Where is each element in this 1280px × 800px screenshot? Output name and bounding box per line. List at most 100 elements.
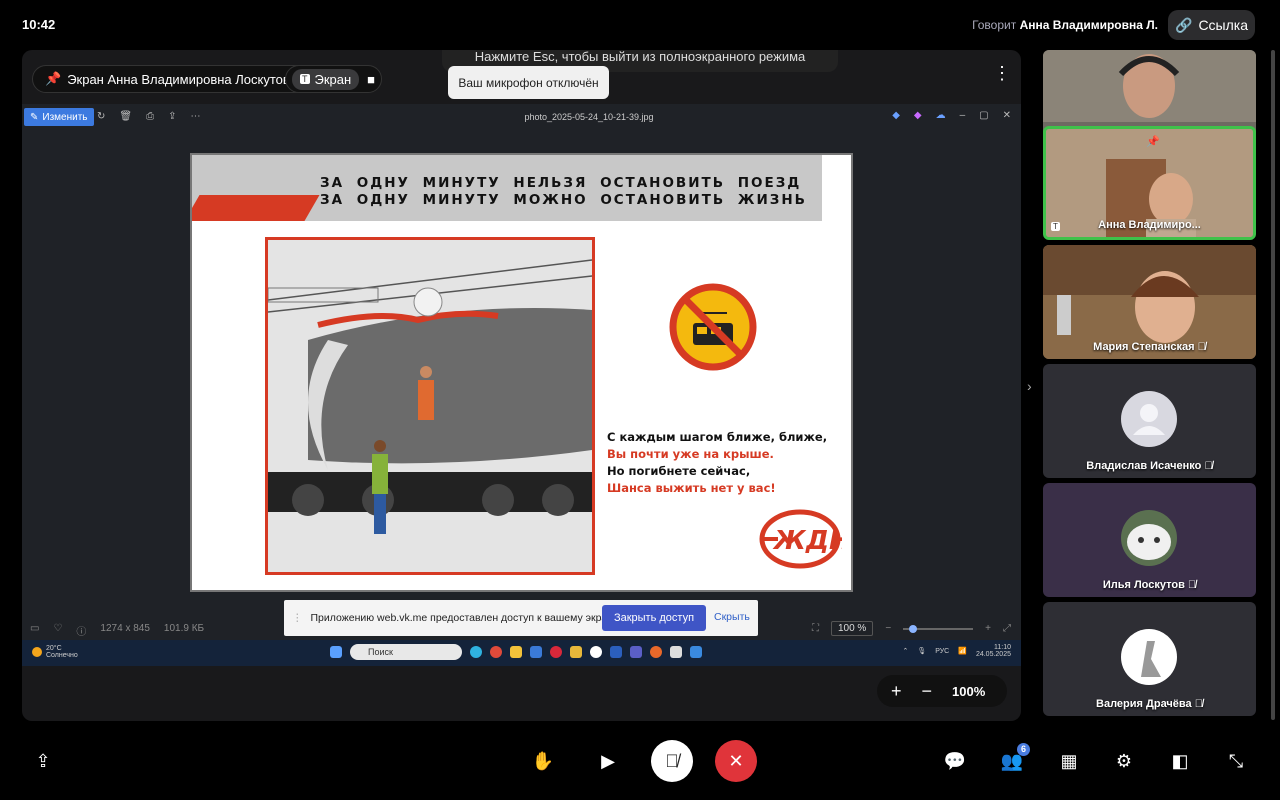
mic-off-icon: 🎙̸ [1187,579,1197,591]
folder-icon[interactable] [570,646,582,658]
hide-button[interactable]: Скрыть [714,611,750,623]
collapse-panel-icon[interactable]: › [1027,378,1032,394]
file-name: photo_2025-05-24_10-21-39.jpg [524,112,654,122]
more-options-icon[interactable]: ⋮ [993,63,1011,84]
participant-name: Валерия Драчёва 🎙̸ [1096,698,1203,710]
link-button[interactable]: 🔗 Ссылка [1168,10,1255,40]
drag-handle-icon[interactable]: ⋮ [292,612,303,624]
firefox-icon[interactable] [650,646,662,658]
zoom-in-button[interactable]: + [891,681,902,702]
opera-icon[interactable] [550,646,562,658]
chrome-icon[interactable] [490,646,502,658]
pip-button[interactable]: ◧ [1160,741,1200,781]
teams-icon[interactable] [630,646,642,658]
rhyme-line-4: Шанса выжить нет у вас! [607,481,776,495]
camera-button[interactable]: ▶ [588,741,628,781]
stage-zoom-value: 100% [952,683,986,699]
windows-taskbar: 20°C Солнечно Поиск ⌃ 🎙 РУС 📶 11:10 24.0… [22,640,1021,666]
draw-icon[interactable]: ◆ [892,110,900,121]
logo-text: ЖДН [772,526,842,556]
zoom-out-button[interactable]: − [922,681,933,702]
settings-button[interactable]: ⚙ [1104,741,1144,781]
stop-sharing-button[interactable]: Закрыть доступ [602,605,706,631]
mic-off-icon: 🎙̸ [1197,341,1206,353]
zoom-dropdown[interactable]: 100 % [830,621,874,636]
chat-icon: 💬 [943,750,967,771]
raise-hand-button[interactable]: ✋ [523,741,563,781]
word-icon[interactable] [610,646,622,658]
participants-scrollbar[interactable] [1271,50,1275,720]
clock: 10:42 [22,17,56,32]
edge-icon[interactable] [470,646,482,658]
screen-tab[interactable]: T Экран [292,68,360,90]
pinned-label-text: Экран Анна Владимировна Лоскутова [67,71,297,87]
camera-view-icon[interactable]: ■ [367,72,375,87]
top-bar: 10:42 Говорит Анна Владимировна Л. 🔗 Ссы… [0,0,1280,50]
stage-zoom-control: + − 100% [877,675,1007,707]
rhyme-line-3: Но погибнете сейчас, [607,464,751,478]
image-file-size: 101.9 КБ [163,623,205,634]
view-switcher[interactable]: T Экран ■ [285,65,383,93]
participant-tile-active[interactable]: 📌 T Анна Владимиро... [1043,126,1256,240]
no-climbing-sign [669,283,757,376]
share-screen-button[interactable]: ⇪ [23,741,63,781]
tray-chevron-icon[interactable]: ⌃ [902,647,908,655]
taskbar-search[interactable]: Поиск [350,644,462,660]
maximize-icon[interactable]: ▢ [979,110,988,121]
hand-icon: ✋ [531,750,555,771]
exit-fullscreen-button[interactable]: ⤡ [1216,741,1256,781]
language-indicator[interactable]: РУС [935,648,949,655]
yandex-icon[interactable] [590,646,602,658]
pinned-screen-label[interactable]: 📌 Экран Анна Владимировна Лоскутова [32,65,310,93]
weather-widget[interactable]: 20°C Солнечно [32,645,78,659]
start-icon[interactable] [330,646,342,658]
app-icon[interactable] [670,646,682,658]
mail-icon[interactable] [530,646,542,658]
mic-tray-icon[interactable]: 🎙 [917,647,926,655]
sun-icon [32,647,42,657]
favorite-icon[interactable]: ♡ [53,623,62,638]
viewer-toolbar: ✎ Изменить ↻ 🗑 ⎙ ⇪ ⋯ photo_2025-05-24_10… [22,104,1021,130]
camera-icon: ▶ [601,750,615,771]
exit-fullscreen-icon: ⤡ [1228,750,1244,771]
participant-name: Анна Владимиро... [1098,219,1201,231]
participant-tile[interactable]: Илья Лоскутов 🎙̸ [1043,483,1256,597]
weather-desc: Солнечно [46,652,78,659]
participant-tile[interactable]: Владислав Исаченко 🎙̸ [1043,364,1256,478]
screen-share-icon: T [300,74,310,84]
speaking-name: Анна Владимировна Л. [1019,18,1158,32]
screen-share-notification: ⋮ Приложению web.vk.me предоставлен дост… [284,600,758,636]
taskbar-time: 11:10 [994,644,1011,651]
screen-share-stage: 📌 Экран Анна Владимировна Лоскутова T Эк… [22,50,1021,721]
participant-tile[interactable]: Валерия Драчёва 🎙̸ [1043,602,1256,716]
layout-grid-button[interactable]: ▦ [1049,741,1089,781]
participants-button[interactable]: 👥 6 [992,741,1032,781]
fullscreen-icon[interactable]: ⤢ [1003,623,1011,634]
pin-icon[interactable]: 📌 [1146,135,1160,148]
minimize-icon[interactable]: – [960,110,966,121]
photos-icon[interactable] [690,646,702,658]
zoom-in-icon[interactable]: + [985,623,991,634]
chat-button[interactable]: 💬 [935,741,975,781]
network-icon[interactable]: 📶 [958,647,967,655]
upload-icon: ⇪ [35,750,51,771]
filmstrip-icon[interactable]: ▭ [30,623,39,638]
call-controls: ⇪ ✋ ▶ 🎙̸ ✕ 💬 👥 6 ▦ ⚙ ◧ ⤡ [0,735,1280,790]
zoom-out-icon[interactable]: − [885,623,891,634]
fit-icon[interactable]: ⛶ [812,623,819,634]
microphone-button[interactable]: 🎙̸ [651,740,693,782]
cloud-icon[interactable]: ☁ [936,110,946,121]
slogan-line-1: ЗА ОДНУ МИНУТУ НЕЛЬЗЯ ОСТАНОВИТЬ ПОЕЗД [320,175,802,191]
safety-poster: ЗА ОДНУ МИНУТУ НЕЛЬЗЯ ОСТАНОВИТЬ ПОЕЗД З… [190,153,853,592]
poster-slogan: ЗА ОДНУ МИНУТУ НЕЛЬЗЯ ОСТАНОВИТЬ ПОЕЗД З… [320,175,807,209]
zoom-slider[interactable] [903,624,974,633]
explorer-icon[interactable] [510,646,522,658]
close-icon[interactable]: ✕ [1003,110,1011,121]
participant-tile[interactable]: Мария Степанская 🎙̸ [1043,245,1256,359]
railway-logo: ЖДН [758,509,851,574]
end-call-button[interactable]: ✕ [715,740,757,782]
participant-name: Владислав Исаченко 🎙̸ [1086,460,1213,472]
copilot-icon[interactable]: ◆ [914,110,922,121]
info-icon[interactable]: ⓘ [76,623,86,638]
mic-muted-toast: Ваш микрофон отключён [448,66,609,99]
